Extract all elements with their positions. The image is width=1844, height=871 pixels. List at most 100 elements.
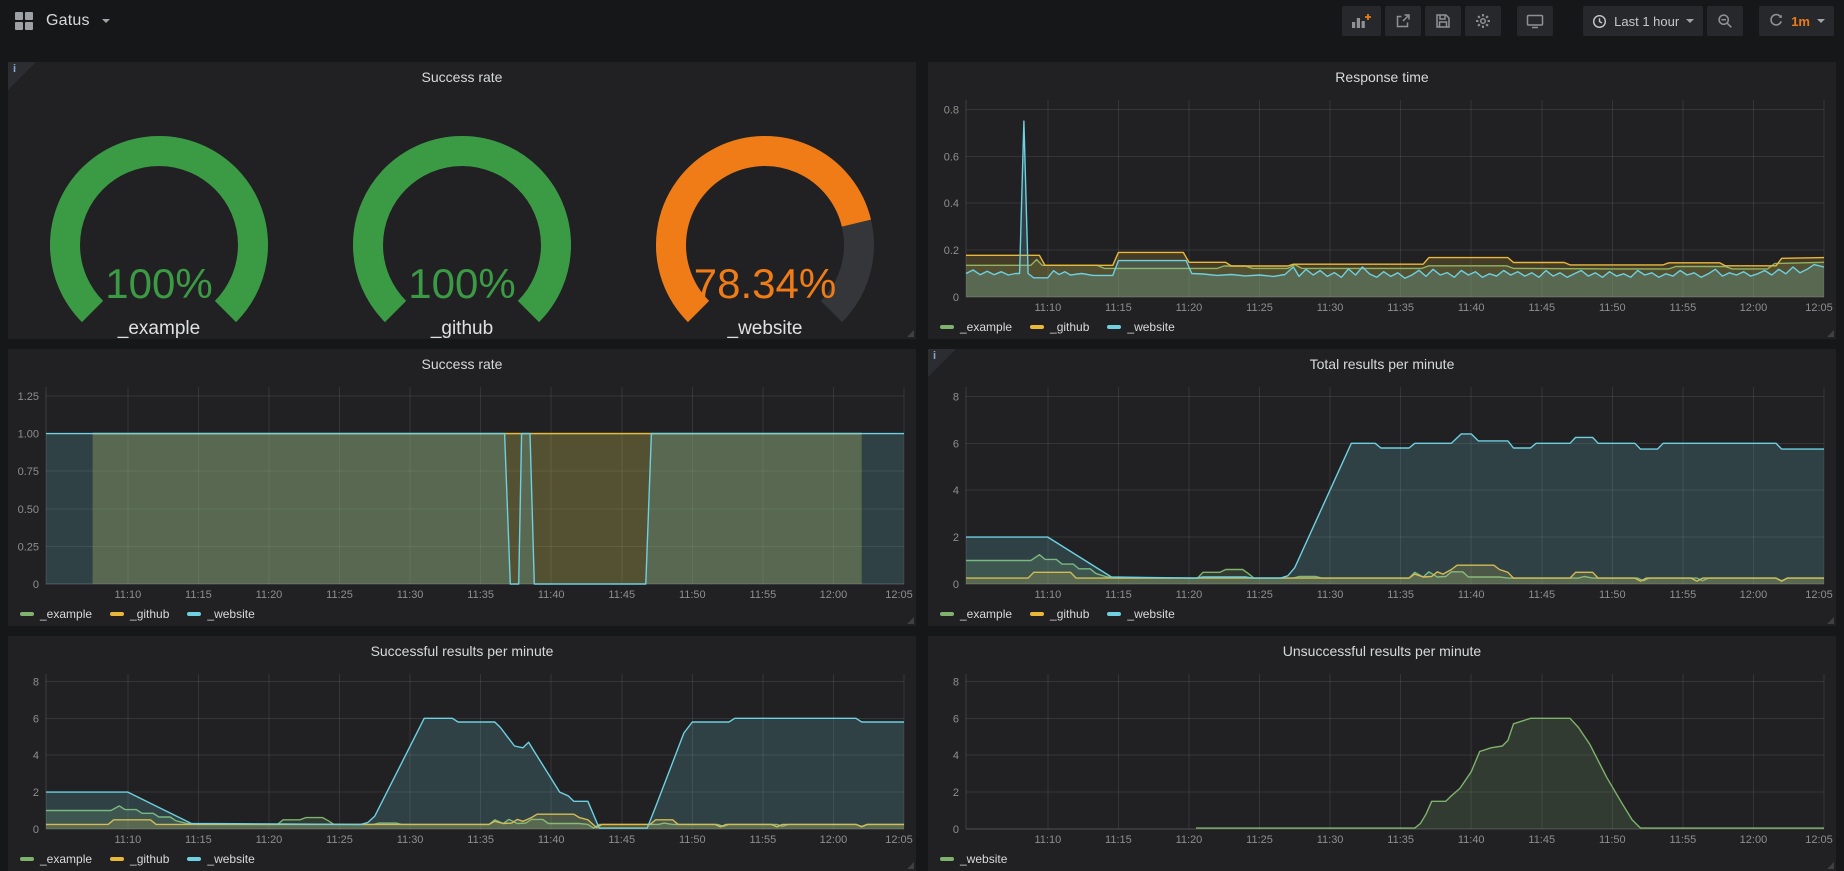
panel-resize-handle[interactable] <box>907 617 914 624</box>
gauge-label: _example <box>117 318 200 339</box>
svg-text:0: 0 <box>33 579 39 591</box>
panel-info-icon[interactable]: i <box>8 62 36 90</box>
legend-item-_website[interactable]: _website <box>940 852 1007 866</box>
svg-text:11:10: 11:10 <box>1034 834 1061 846</box>
legend-item-_example[interactable]: _example <box>20 852 92 866</box>
legend-item-_github[interactable]: _github <box>110 607 169 621</box>
unsuccessful-results-chart[interactable]: 11:1011:1511:2011:2511:3011:3511:4011:45… <box>928 666 1836 849</box>
svg-text:11:40: 11:40 <box>1458 834 1485 846</box>
refresh-interval-label: 1m <box>1791 14 1810 29</box>
panel-title[interactable]: Response time <box>928 62 1836 92</box>
svg-text:12:00: 12:00 <box>820 834 848 846</box>
panel-title[interactable]: Total results per minute <box>928 349 1836 379</box>
gauge-label: _website <box>726 318 802 339</box>
navbar: Gatus <box>0 0 1844 42</box>
panel-title[interactable]: Success rate <box>8 349 916 379</box>
panel-resize-handle[interactable] <box>1827 617 1834 624</box>
legend-item-_example[interactable]: _example <box>940 320 1012 334</box>
chart-canvas[interactable]: 11:1011:1511:2011:2511:3011:3511:4011:45… <box>8 666 916 849</box>
gauge-value: 100% <box>106 260 213 307</box>
legend-label: _github <box>1050 607 1089 621</box>
success-rate-chart[interactable]: 11:1011:1511:2011:2511:3011:3511:4011:45… <box>8 379 916 604</box>
legend-label: _example <box>40 607 92 621</box>
panel-title[interactable]: Success rate <box>8 62 916 92</box>
svg-text:11:30: 11:30 <box>1317 834 1344 846</box>
chart-legend: _example _github _website <box>928 317 1836 339</box>
svg-text:11:45: 11:45 <box>1528 302 1555 314</box>
add-panel-button[interactable] <box>1342 6 1381 36</box>
panel-resize-handle[interactable] <box>1827 862 1834 869</box>
legend-label: _example <box>960 607 1012 621</box>
svg-text:11:30: 11:30 <box>397 834 424 846</box>
save-button[interactable] <box>1425 6 1461 36</box>
svg-text:0.50: 0.50 <box>18 504 39 516</box>
panel-resize-handle[interactable] <box>907 862 914 869</box>
legend-item-_example[interactable]: _example <box>20 607 92 621</box>
legend-label: _example <box>40 852 92 866</box>
chart-canvas[interactable]: 11:1011:1511:2011:2511:3011:3511:4011:45… <box>928 379 1836 604</box>
svg-text:11:35: 11:35 <box>1387 834 1414 846</box>
response-time-chart[interactable]: 11:1011:1511:2011:2511:3011:3511:4011:45… <box>928 92 1836 317</box>
gauge-value: 100% <box>408 260 515 307</box>
svg-text:11:35: 11:35 <box>467 589 494 601</box>
tv-mode-button[interactable] <box>1517 6 1553 36</box>
chart-canvas[interactable]: 11:1011:1511:2011:2511:3011:3511:4011:45… <box>928 92 1836 317</box>
panel-title[interactable]: Unsuccessful results per minute <box>928 636 1836 666</box>
chevron-down-icon <box>1686 19 1694 23</box>
gauge-label: _github <box>430 318 493 339</box>
svg-text:2: 2 <box>953 532 959 544</box>
chart-legend: _website <box>928 849 1836 871</box>
svg-text:11:35: 11:35 <box>1387 302 1414 314</box>
legend-item-_github[interactable]: _github <box>1030 320 1089 334</box>
legend-item-_website[interactable]: _website <box>187 607 254 621</box>
legend-swatch <box>110 857 124 861</box>
svg-text:11:45: 11:45 <box>1528 834 1555 846</box>
legend-item-_example[interactable]: _example <box>940 607 1012 621</box>
legend-item-_website[interactable]: _website <box>1107 320 1174 334</box>
settings-button[interactable] <box>1465 6 1501 36</box>
legend-label: _github <box>1050 320 1089 334</box>
legend-swatch <box>20 857 34 861</box>
svg-text:11:15: 11:15 <box>185 589 212 601</box>
legend-item-_website[interactable]: _website <box>1107 607 1174 621</box>
svg-text:11:35: 11:35 <box>1387 589 1414 601</box>
svg-text:11:25: 11:25 <box>326 589 353 601</box>
chart-canvas[interactable]: 11:1011:1511:2011:2511:3011:3511:4011:45… <box>928 666 1836 849</box>
legend-item-_website[interactable]: _website <box>187 852 254 866</box>
panel-resize-handle[interactable] <box>907 330 914 337</box>
svg-text:11:50: 11:50 <box>679 834 706 846</box>
legend-label: _website <box>207 852 254 866</box>
zoom-out-button[interactable] <box>1707 6 1743 36</box>
panel-title[interactable]: Successful results per minute <box>8 636 916 666</box>
legend-swatch <box>1107 612 1121 616</box>
dashboard-title[interactable]: Gatus <box>46 12 90 30</box>
total-results-chart[interactable]: 11:1011:1511:2011:2511:3011:3511:4011:45… <box>928 379 1836 604</box>
panel-info-icon[interactable]: i <box>928 349 956 377</box>
svg-text:11:40: 11:40 <box>1458 302 1485 314</box>
legend-label: _example <box>960 320 1012 334</box>
svg-text:0: 0 <box>953 579 959 591</box>
share-button[interactable] <box>1385 6 1421 36</box>
legend-item-_github[interactable]: _github <box>1030 607 1089 621</box>
chevron-down-icon[interactable] <box>102 19 110 23</box>
panel-resize-handle[interactable] <box>1827 330 1834 337</box>
svg-text:0.75: 0.75 <box>18 466 39 478</box>
svg-text:11:55: 11:55 <box>1670 302 1697 314</box>
legend-item-_github[interactable]: _github <box>110 852 169 866</box>
svg-text:1.00: 1.00 <box>18 429 39 441</box>
clock-icon <box>1592 14 1607 29</box>
svg-text:11:45: 11:45 <box>608 589 635 601</box>
time-range-label: Last 1 hour <box>1614 14 1679 29</box>
svg-text:4: 4 <box>33 750 39 762</box>
grid-icon[interactable] <box>14 11 34 31</box>
svg-text:11:15: 11:15 <box>1105 834 1132 846</box>
refresh-button[interactable]: 1m <box>1759 6 1834 36</box>
chart-legend: _example _github _website <box>8 849 916 871</box>
legend-swatch <box>940 325 954 329</box>
time-range-button[interactable]: Last 1 hour <box>1583 6 1703 36</box>
chart-canvas[interactable]: 11:1011:1511:2011:2511:3011:3511:4011:45… <box>8 379 916 604</box>
successful-results-chart[interactable]: 11:1011:1511:2011:2511:3011:3511:4011:45… <box>8 666 916 849</box>
svg-text:12:05: 12:05 <box>885 834 913 846</box>
save-icon <box>1435 13 1451 29</box>
svg-text:2: 2 <box>953 787 959 799</box>
